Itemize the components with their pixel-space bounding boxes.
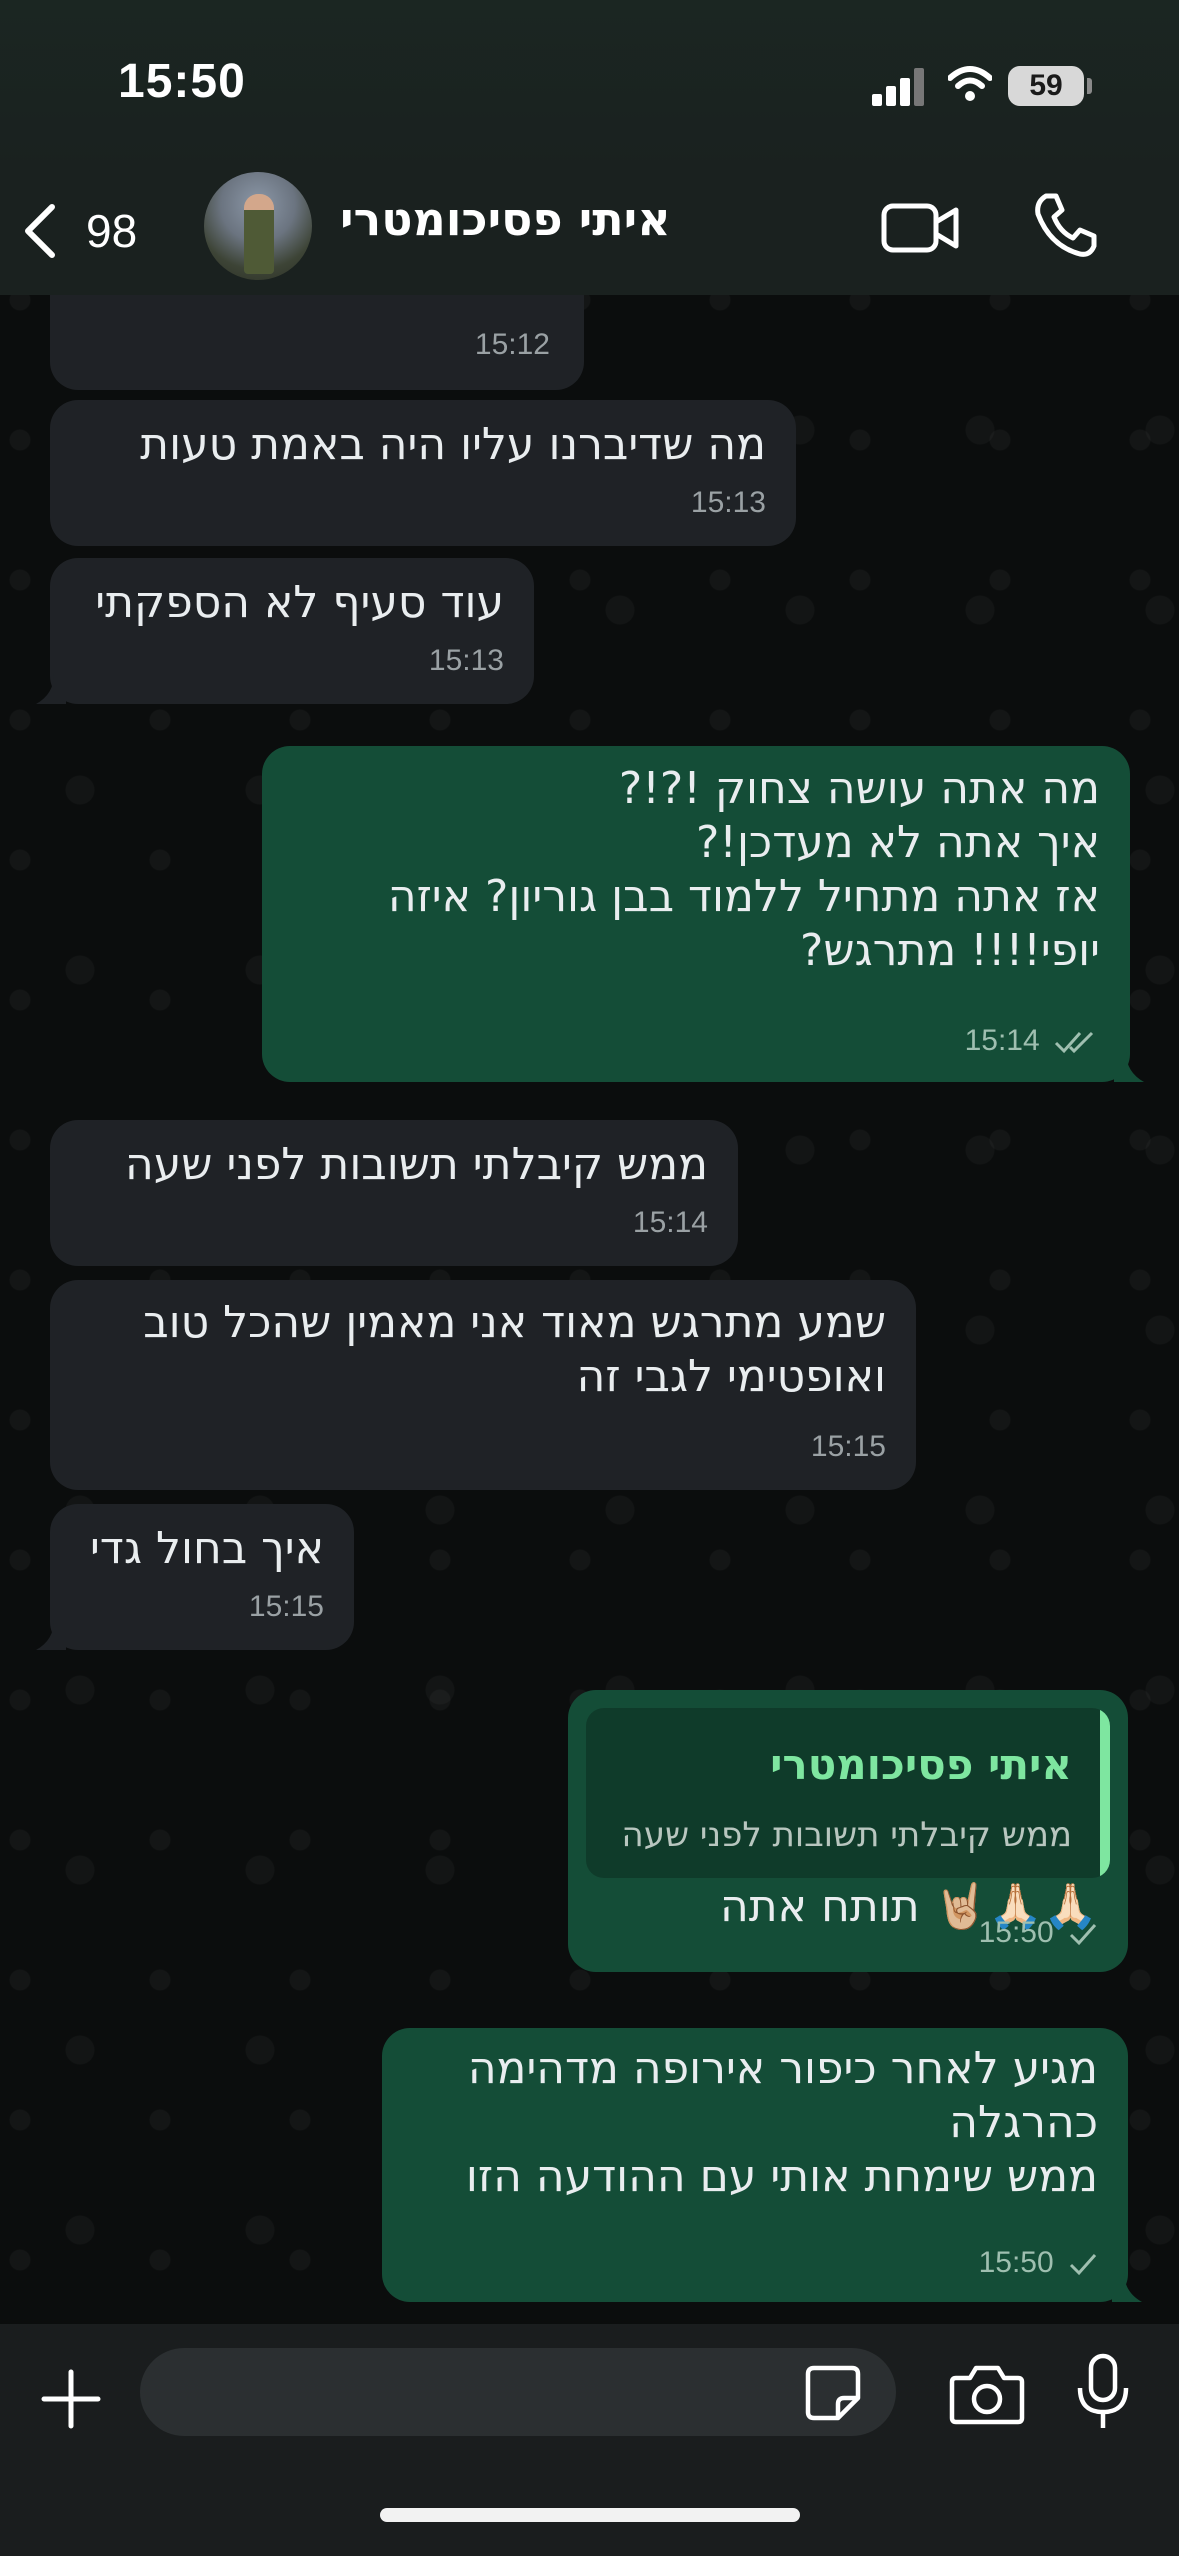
home-indicator	[380, 2508, 800, 2522]
message-time: 15:12	[474, 328, 550, 361]
header-overlay: 98 איתי פסיכומטרי	[0, 170, 1179, 295]
message-line: ואופטימי לגבי זה	[576, 1351, 886, 1402]
message-time: 15:14	[632, 1206, 708, 1239]
message-line: מגיע לאחר כיפור אירופה מדהימה	[467, 2043, 1098, 2094]
status-bar: 15:50 59	[0, 0, 1179, 170]
message-line: מה אתה עושה צחוק !?!?	[618, 763, 1100, 814]
camera-icon[interactable]	[948, 2360, 1026, 2426]
message-text: איך בחול גדי	[89, 1523, 324, 1574]
message-line: ממש שימחת אותי עם ההודעה הזו	[465, 2151, 1098, 2202]
contact-name[interactable]: איתי פסיכומטרי	[340, 192, 671, 246]
plus-icon[interactable]	[36, 2364, 106, 2434]
message-text: עוד סעיף לא הספקתי	[95, 577, 504, 628]
message-meta: 15:50	[979, 2236, 1098, 2290]
message-text: מה שדיברנו עליו היה באמת טעות	[140, 419, 766, 470]
bubble-tail	[36, 1620, 66, 1650]
quoted-message[interactable]: איתי פסיכומטרי ממש קיבלתי תשובות לפני שע…	[586, 1708, 1110, 1878]
message-input[interactable]	[140, 2348, 896, 2436]
battery-indicator: 59	[1008, 66, 1092, 106]
sticker-icon[interactable]	[804, 2364, 862, 2422]
message-outgoing[interactable]: מגיע לאחר כיפור אירופה מדהימה כהרגלה ממש…	[382, 2028, 1142, 2302]
message-outgoing[interactable]: מה אתה עושה צחוק !?!? איך אתה לא מעדכן!?…	[262, 746, 1144, 1082]
message-line: איך אתה לא מעדכן!?	[695, 817, 1100, 868]
message-meta: 15:14	[965, 1014, 1100, 1068]
chevron-left-icon	[25, 204, 55, 258]
wifi-icon	[948, 66, 992, 101]
avatar[interactable]	[204, 172, 312, 280]
message-text: ממש קיבלתי תשובות לפני שעה	[125, 1139, 708, 1190]
back-button[interactable]: 98	[20, 196, 170, 266]
message-time: 15:13	[690, 486, 766, 519]
message-line: אז אתה מתחיל ללמוד בבן גוריון? איזה	[387, 871, 1100, 922]
message-incoming[interactable]: שמע מתרגש מאוד אני מאמין שהכל טוב ואופטי…	[50, 1280, 916, 1490]
double-check-icon	[1054, 1032, 1094, 1054]
video-camera-icon[interactable]	[880, 192, 960, 262]
quoted-sender: איתי פסיכומטרי	[770, 1740, 1072, 1789]
quote-accent-bar	[1100, 1708, 1110, 1878]
message-time: 15:15	[248, 1590, 324, 1623]
single-check-icon	[1069, 2254, 1097, 2276]
unread-count: 98	[86, 205, 138, 257]
cellular-signal-icon	[872, 66, 928, 106]
message-time: 15:50	[978, 1916, 1054, 1949]
message-incoming[interactable]: מה שדיברנו עליו היה באמת טעות 15:13	[50, 400, 796, 546]
bubble-tail	[1114, 1052, 1144, 1082]
message-incoming[interactable]: ממש קיבלתי תשובות לפני שעה 15:14	[50, 1120, 738, 1266]
single-check-icon	[1069, 1924, 1097, 1946]
message-line: יופי!!!! מתרגש?	[800, 925, 1100, 976]
status-time: 15:50	[118, 55, 246, 108]
message-time: 15:14	[964, 1024, 1040, 1057]
message-line: שמע מתרגש מאוד אני מאמין שהכל טוב	[143, 1297, 886, 1348]
microphone-icon[interactable]	[1072, 2352, 1134, 2432]
message-meta: 15:50	[979, 1906, 1098, 1960]
message-time: 15:50	[978, 2246, 1054, 2279]
message-incoming[interactable]: איך בחול גדי 15:15	[36, 1504, 354, 1650]
message-incoming[interactable]: עוד סעיף לא הספקתי 15:13	[36, 558, 534, 704]
message-time: 15:15	[810, 1430, 886, 1463]
message-line: כהרגלה	[949, 2097, 1098, 2148]
bubble-tail	[36, 674, 66, 704]
quoted-text: ממש קיבלתי תשובות לפני שעה	[621, 1815, 1072, 1855]
phone-icon[interactable]	[1030, 190, 1100, 260]
message-outgoing[interactable]: איתי פסיכומטרי ממש קיבלתי תשובות לפני שע…	[568, 1690, 1128, 1972]
bubble-tail	[1112, 2272, 1142, 2302]
message-time: 15:13	[428, 644, 504, 677]
